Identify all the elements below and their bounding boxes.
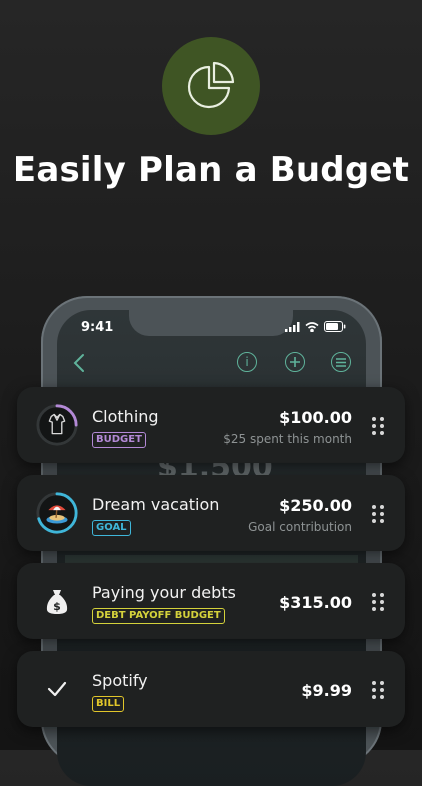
progress-ring xyxy=(35,491,79,535)
card-amount: $100.00 xyxy=(279,408,352,427)
drag-handle-icon[interactable] xyxy=(372,593,384,611)
back-icon[interactable] xyxy=(73,353,85,373)
drag-handle-icon[interactable] xyxy=(372,681,384,699)
info-button[interactable]: i xyxy=(237,352,257,372)
pie-chart-icon xyxy=(162,37,260,135)
wifi-icon xyxy=(305,321,319,332)
card-title: Dream vacation xyxy=(92,495,220,514)
phone-navbar: i xyxy=(57,350,366,380)
card-title: Paying your debts xyxy=(92,583,236,602)
add-button[interactable] xyxy=(285,352,305,372)
card-amount: $250.00 xyxy=(279,496,352,515)
drag-handle-icon[interactable] xyxy=(372,417,384,435)
menu-icon xyxy=(336,357,346,367)
budget-card-dream-vacation[interactable]: Dream vacation GOAL $250.00 Goal contrib… xyxy=(17,475,405,551)
card-subtitle: Goal contribution xyxy=(248,520,352,534)
drag-handle-icon[interactable] xyxy=(372,505,384,523)
card-badge: GOAL xyxy=(92,520,131,536)
status-time: 9:41 xyxy=(81,320,114,335)
battery-icon xyxy=(324,321,346,332)
svg-text:$: $ xyxy=(53,600,61,613)
card-badge: BILL xyxy=(92,696,125,712)
progress-ring xyxy=(35,403,79,447)
phone-notch xyxy=(129,310,293,336)
budget-card-spotify[interactable]: Spotify BILL $9.99 xyxy=(17,651,405,727)
plus-icon xyxy=(290,357,300,367)
menu-button[interactable] xyxy=(331,352,351,372)
budget-card-clothing[interactable]: Clothing BUDGET $100.00 $25 spent this m… xyxy=(17,387,405,463)
card-amount: $9.99 xyxy=(301,681,352,700)
status-icons xyxy=(285,321,346,332)
card-title: Clothing xyxy=(92,407,159,426)
budget-card-debts[interactable]: $ Paying your debts DEBT PAYOFF BUDGET $… xyxy=(17,563,405,639)
checkmark-icon xyxy=(35,667,79,711)
card-subtitle: $25 spent this month xyxy=(223,432,352,446)
card-badge: BUDGET xyxy=(92,432,146,448)
card-amount: $315.00 xyxy=(279,593,352,612)
card-title: Spotify xyxy=(92,671,148,690)
money-bag-icon: $ xyxy=(35,579,79,623)
info-icon: i xyxy=(245,355,249,369)
signal-icon xyxy=(285,321,300,332)
card-badge: DEBT PAYOFF BUDGET xyxy=(92,608,225,624)
page-headline: Easily Plan a Budget xyxy=(12,150,410,190)
